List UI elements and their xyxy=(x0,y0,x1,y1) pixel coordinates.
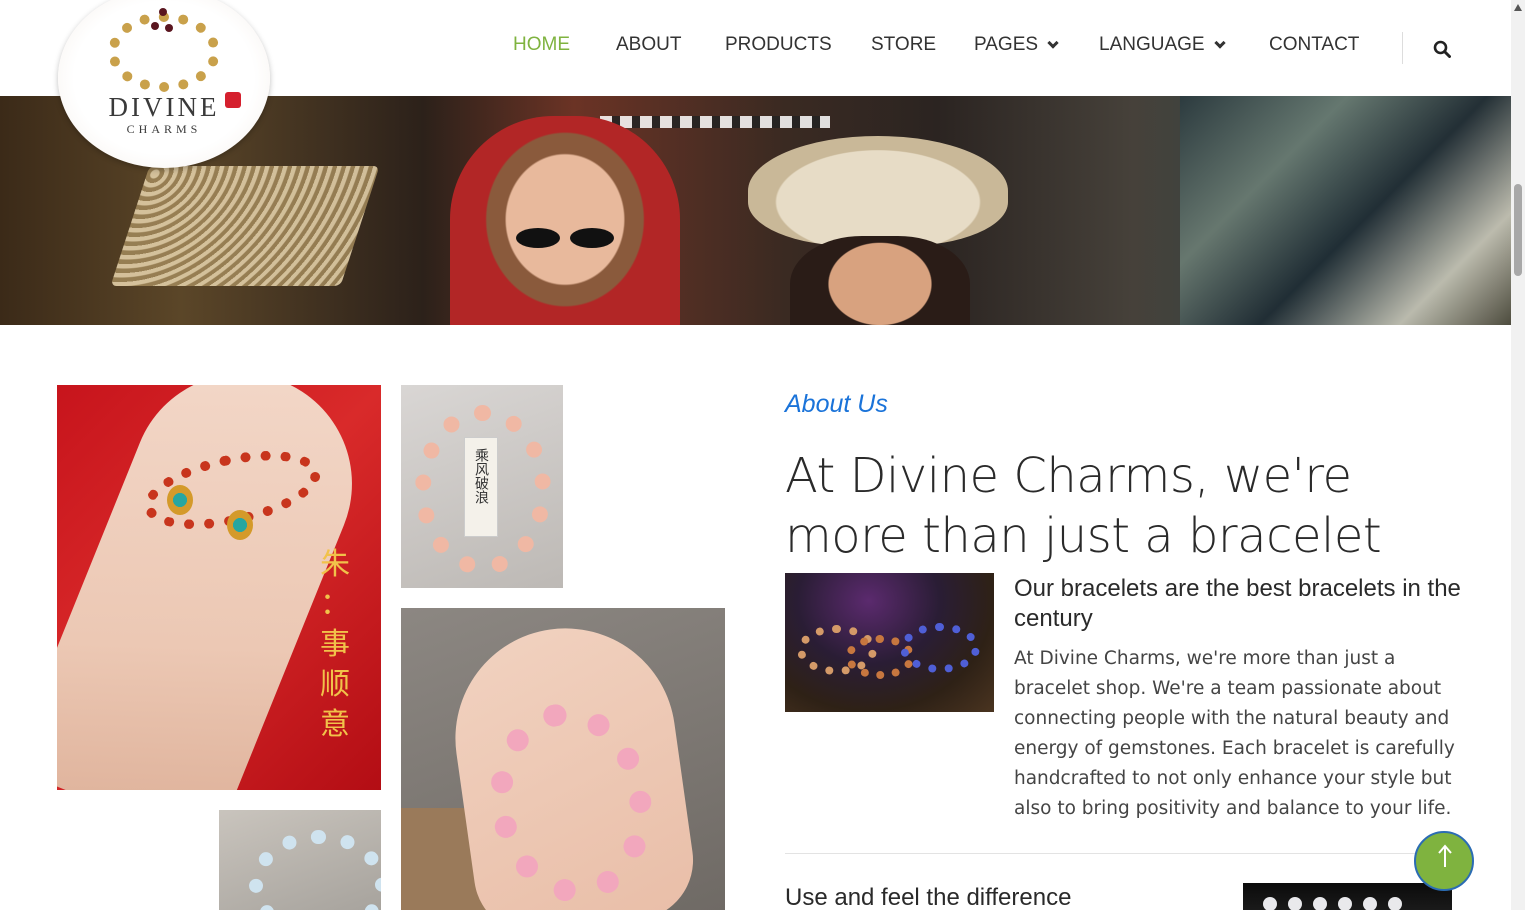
bracelet-tag: 乘风破浪 xyxy=(464,437,498,537)
nav-language[interactable]: LANGUAGE xyxy=(1099,34,1226,56)
arrow-up-icon xyxy=(1438,844,1452,867)
about-subtitle: Our bracelets are the best bracelets in … xyxy=(1014,575,1461,632)
about-body: At Divine Charms, we're more than just a… xyxy=(1014,648,1455,819)
calligraphy-char: 顺 xyxy=(320,667,350,702)
nav-home-label: HOME xyxy=(513,34,570,55)
nav-contact[interactable]: CONTACT xyxy=(1269,34,1359,56)
tag-text: 乘风破浪 xyxy=(473,448,489,504)
nav-store[interactable]: STORE xyxy=(871,34,936,56)
nav-about-label: ABOUT xyxy=(616,34,682,55)
nav-pages-label: PAGES xyxy=(974,34,1039,55)
about-bracelets-image xyxy=(785,573,994,712)
hero-hat xyxy=(748,136,1008,246)
calligraphy-char: ： xyxy=(320,587,350,622)
nav-products-label: PRODUCTS xyxy=(725,34,832,55)
bracelet-graphic xyxy=(900,623,980,673)
chevron-down-icon xyxy=(1213,36,1226,49)
bracelet-graphic xyxy=(249,830,381,910)
gallery-photo-red-bracelet: 朱 ： 事 顺 意 xyxy=(57,385,381,790)
nav-about[interactable]: ABOUT xyxy=(616,34,681,56)
feature-title: Use and feel the difference xyxy=(785,884,1072,910)
feature-image xyxy=(1243,883,1452,910)
logo-tagline: CHARMS xyxy=(126,122,202,136)
charm-graphic xyxy=(227,510,253,540)
hero-woman-hat xyxy=(790,236,970,325)
nav-home[interactable]: HOME xyxy=(513,34,570,56)
knot-graphic xyxy=(151,6,173,36)
nav-products[interactable]: PRODUCTS xyxy=(725,34,832,56)
section-divider xyxy=(785,853,1451,854)
charm-graphic xyxy=(167,485,193,515)
nav-pages[interactable]: PAGES xyxy=(974,34,1059,56)
nav-divider xyxy=(1402,32,1403,64)
page-scrollbar[interactable] xyxy=(1511,0,1525,910)
hero-woman-sunglasses xyxy=(450,116,680,325)
calligraphy-char: 意 xyxy=(320,707,350,742)
gallery-photo-pink-bracelet xyxy=(401,608,725,910)
about-label: About Us xyxy=(785,390,888,418)
search-icon[interactable] xyxy=(1433,40,1451,58)
chevron-down-icon xyxy=(1047,36,1059,49)
gallery-photo-blue-bracelet xyxy=(219,810,381,910)
calligraphy-char: 事 xyxy=(320,627,350,662)
gallery-photo-peach-bracelet: 乘风破浪 xyxy=(401,385,563,588)
nav-contact-label: CONTACT xyxy=(1269,34,1360,55)
scroll-thumb[interactable] xyxy=(1514,184,1522,276)
scroll-up-arrow-icon[interactable] xyxy=(1514,4,1522,11)
hero-artwork-wall xyxy=(1180,96,1511,325)
nav-language-label: LANGUAGE xyxy=(1099,34,1205,55)
sunglasses-graphic xyxy=(510,228,620,250)
calligraphy-text: 朱 ： 事 顺 意 xyxy=(315,545,355,745)
hero-bead-tray xyxy=(110,166,380,286)
back-to-top-button[interactable] xyxy=(1414,831,1474,891)
nav-store-label: STORE xyxy=(871,34,937,55)
calligraphy-char: 朱 xyxy=(320,547,350,582)
hero-window-strip xyxy=(600,116,830,128)
seal-icon xyxy=(225,92,241,108)
